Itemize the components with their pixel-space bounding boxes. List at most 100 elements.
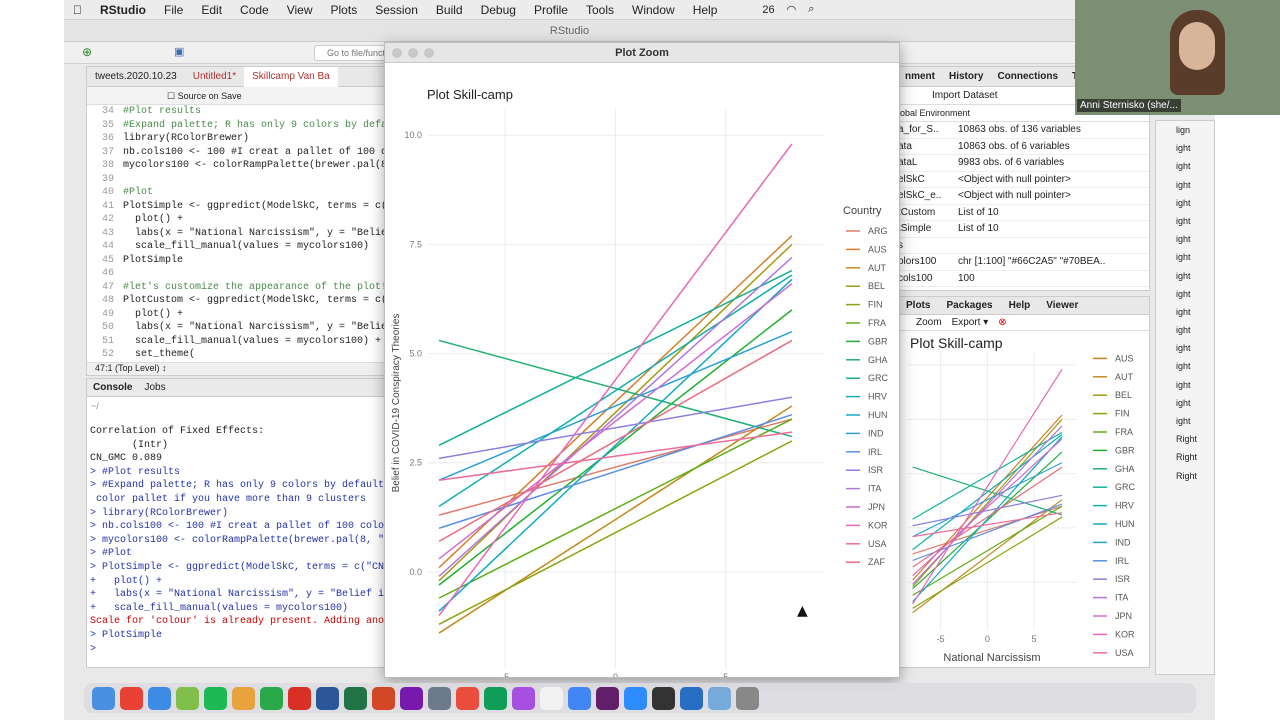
- tab-console[interactable]: Console: [87, 382, 138, 393]
- tab-tweets[interactable]: tweets.2020.10.23: [87, 71, 185, 82]
- excel-icon[interactable]: [344, 686, 367, 710]
- wifi-icon[interactable]: ◠: [781, 3, 803, 16]
- legend-label: HRV: [1115, 501, 1134, 511]
- environment-row[interactable]: ataL 9983 obs. of 6 variables: [898, 155, 1149, 172]
- code-line[interactable]: 44 scale_fill_manual(values = mycolors10…: [87, 240, 385, 254]
- maximize-window-icon[interactable]: [424, 48, 434, 58]
- news-icon[interactable]: [456, 686, 479, 710]
- tab-viewer[interactable]: Viewer: [1038, 300, 1086, 311]
- code-line[interactable]: 43 labs(x = "National Narcissism", y = "…: [87, 227, 385, 241]
- env-var-value: List of 10: [958, 223, 999, 234]
- menu-code[interactable]: Code: [231, 3, 278, 17]
- r-icon[interactable]: [680, 686, 703, 710]
- tab-skillcamp[interactable]: Skillcamp Van Ba: [244, 66, 338, 87]
- code-line[interactable]: 40 #Plot: [87, 186, 385, 200]
- whatsapp-icon[interactable]: [484, 686, 507, 710]
- code-line[interactable]: 45 PlotSimple: [87, 254, 385, 268]
- code-line[interactable]: 35 #Expand palette; R has only 9 colors b…: [87, 119, 385, 133]
- tab-plots[interactable]: Plots: [898, 300, 938, 311]
- vscode-icon[interactable]: [568, 686, 591, 710]
- close-window-icon[interactable]: [392, 48, 402, 58]
- slack-icon[interactable]: [596, 686, 619, 710]
- app-menu[interactable]: RStudio: [91, 3, 155, 17]
- code-line[interactable]: 48 PlotCustom <- ggpredict(ModelSkC, term…: [87, 294, 385, 308]
- code-line[interactable]: 51 scale_fill_manual(values = mycolors10…: [87, 335, 385, 349]
- safari-icon[interactable]: [148, 686, 171, 710]
- menu-edit[interactable]: Edit: [192, 3, 231, 17]
- code-line[interactable]: 46: [87, 267, 385, 281]
- export-button[interactable]: Export ▾: [952, 317, 989, 328]
- code-line[interactable]: 47 #let's customize the appearance of the…: [87, 281, 385, 295]
- tab-packages[interactable]: Packages: [938, 300, 1000, 311]
- menu-profile[interactable]: Profile: [525, 3, 577, 17]
- source-on-save-checkbox[interactable]: ☐: [167, 91, 178, 101]
- photos-icon[interactable]: [232, 686, 255, 710]
- facetime-icon[interactable]: [260, 686, 283, 710]
- environment-row[interactable]: elSkC <Object with null pointer>: [898, 172, 1149, 188]
- minimize-window-icon[interactable]: [408, 48, 418, 58]
- menu-help[interactable]: Help: [684, 3, 727, 17]
- legend-label: USA: [868, 539, 887, 549]
- code-line[interactable]: 34 #Plot results: [87, 105, 385, 119]
- code-line[interactable]: 39: [87, 173, 385, 187]
- menu-plots[interactable]: Plots: [322, 3, 367, 17]
- calendar-icon[interactable]: [540, 686, 563, 710]
- environment-row[interactable]: cols100 100: [898, 271, 1149, 287]
- environment-row[interactable]: tCustom List of 10: [898, 205, 1149, 221]
- zoom-icon[interactable]: [624, 686, 647, 710]
- environment-row[interactable]: elSkC_e.. <Object with null pointer>: [898, 188, 1149, 205]
- menu-file[interactable]: File: [155, 3, 192, 17]
- environment-row[interactable]: ata 10863 obs. of 6 variables: [898, 139, 1149, 155]
- env-var-name: olors100: [898, 256, 937, 267]
- environment-row[interactable]: olors100 chr [1:100] "#66C2A5" "#70BEA..: [898, 254, 1149, 271]
- spotify-icon[interactable]: [204, 686, 227, 710]
- messages-icon[interactable]: [176, 686, 199, 710]
- code-line[interactable]: 38 mycolors100 <- colorRampPalette(brewer…: [87, 159, 385, 173]
- status-count[interactable]: 26: [756, 4, 780, 16]
- tab-history[interactable]: History: [942, 71, 990, 82]
- new-file-icon[interactable]: ⊕: [82, 45, 92, 59]
- terminal-icon[interactable]: [652, 686, 675, 710]
- code-line[interactable]: 37 nb.cols100 <- 100 #I creat a pallet of…: [87, 146, 385, 160]
- code-line[interactable]: 50 labs(x = "National Narcissism", y = "…: [87, 321, 385, 335]
- env-var-value: List of 10: [958, 206, 999, 218]
- environment-row[interactable]: s: [898, 238, 1149, 254]
- environment-row[interactable]: tSimple List of 10: [898, 221, 1149, 238]
- code-line[interactable]: 52 set_theme(: [87, 348, 385, 362]
- onenote-icon[interactable]: [400, 686, 423, 710]
- trash-icon[interactable]: [736, 686, 759, 710]
- save-icon[interactable]: ▣: [174, 45, 184, 58]
- tab-connections[interactable]: Connections: [990, 71, 1065, 82]
- tab-help[interactable]: Help: [1001, 300, 1039, 311]
- code-line[interactable]: 41 PlotSimple <- ggpredict(ModelSkC, term…: [87, 200, 385, 214]
- menu-debug[interactable]: Debug: [472, 3, 525, 17]
- legend-label: KOR: [1115, 629, 1135, 639]
- video-feed: Anni Sternisko (she/...: [1075, 0, 1280, 115]
- remove-plot-icon[interactable]: ⊗: [998, 317, 1006, 328]
- powerpoint-icon[interactable]: [372, 686, 395, 710]
- preview-icon[interactable]: [428, 686, 451, 710]
- menu-window[interactable]: Window: [623, 3, 684, 17]
- rstudio-icon[interactable]: [708, 686, 731, 710]
- podcasts-icon[interactable]: [512, 686, 535, 710]
- zoom-button[interactable]: Zoom: [916, 317, 942, 328]
- search-icon[interactable]: ⌕: [802, 3, 820, 16]
- chrome-icon[interactable]: [120, 686, 143, 710]
- word-icon[interactable]: [316, 686, 339, 710]
- apple-menu-icon[interactable]: : [64, 3, 91, 17]
- tab-untitled1[interactable]: Untitled1*: [185, 71, 244, 82]
- code-area[interactable]: 34 #Plot results 35 #Expand palette; R has …: [87, 105, 385, 362]
- zotero-icon[interactable]: [288, 686, 311, 710]
- menu-tools[interactable]: Tools: [577, 3, 623, 17]
- tab-environment[interactable]: nment: [898, 71, 942, 82]
- code-line[interactable]: 36 library(RColorBrewer): [87, 132, 385, 146]
- menu-view[interactable]: View: [278, 3, 322, 17]
- tab-jobs[interactable]: Jobs: [138, 382, 171, 393]
- menu-session[interactable]: Session: [366, 3, 427, 17]
- console-output[interactable]: Correlation of Fixed Effects: (Intr) CN_G…: [87, 425, 385, 656]
- code-line[interactable]: 49 plot() +: [87, 308, 385, 322]
- finder-icon[interactable]: [92, 686, 115, 710]
- code-line[interactable]: 42 plot() +: [87, 213, 385, 227]
- menu-build[interactable]: Build: [427, 3, 472, 17]
- environment-row[interactable]: a_for_S.. 10863 obs. of 136 variables: [898, 122, 1149, 139]
